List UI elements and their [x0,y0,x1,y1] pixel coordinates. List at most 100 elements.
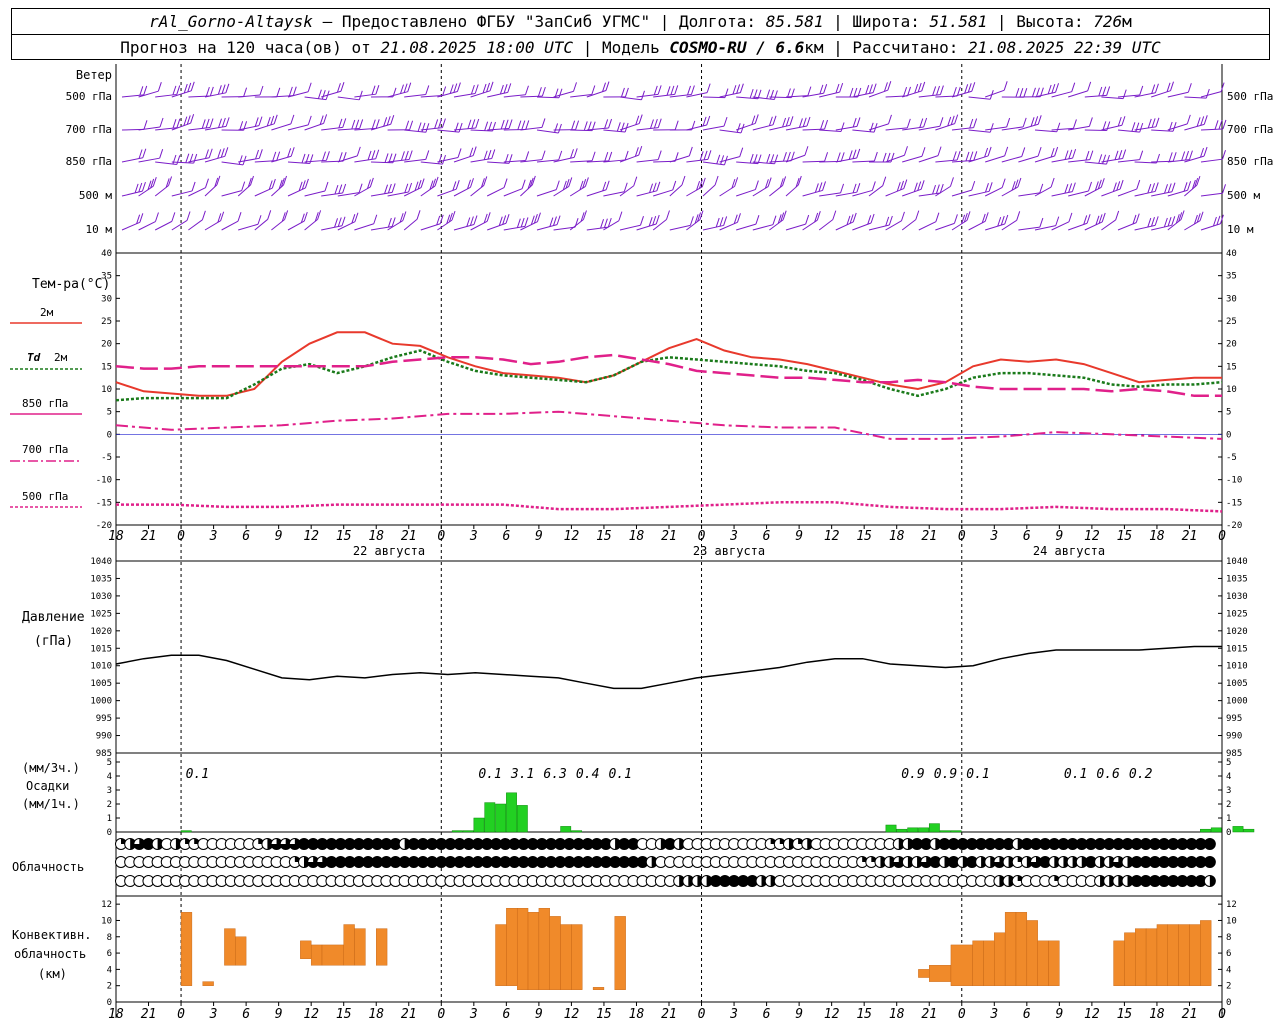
wind-barb-feather [920,180,925,190]
conv-bar-38 [1167,924,1179,986]
wind-barb-feather [324,181,329,192]
wind-barb-feather [303,211,308,222]
wind-barb-feather [257,215,262,225]
conv-bar-6 [310,944,323,966]
precip-tick-label-right-5: 0 [1226,828,1231,838]
wind-barb-feather [474,84,479,94]
time-tick-label-time-axis-2: 0 [177,529,185,544]
wind-barb-feather [782,176,787,186]
wind-barb-feather [1030,117,1035,127]
wind-barb-feather [836,152,841,162]
precip-bar-35 [1210,827,1222,833]
wind-barb-feather [807,86,812,96]
wind-barb-feather [670,85,675,96]
precip-bar-3 [473,817,485,833]
day-label-0: 22 августа [353,544,425,558]
wind-barb-feather [1187,83,1192,93]
precip-bar-38 [1243,828,1255,833]
conv-title-1: Конвективн. [12,928,91,942]
wind-barb-feather [1139,150,1144,160]
wind-barb [702,184,716,197]
wind-barb-feather [989,123,994,133]
pressure-title: Давление [22,610,85,625]
wind-barb-feather [699,151,704,161]
wind-barb-feather [736,84,741,94]
wind-barb-feather [1064,150,1069,160]
wind-barb-feather [755,214,760,225]
time-tick-label-time-axis-bot-5: 9 [275,1007,283,1022]
wind-barb-feather [205,118,210,129]
wind-barb [138,221,156,231]
wind-barb-feather [338,152,343,162]
wind-barb-feather [1016,211,1021,221]
wind-barb-feather [1089,150,1094,160]
wind-barb [835,125,858,131]
precip-bar-23 [950,830,962,833]
wind-level-label-right-4: 10 м [1227,223,1254,236]
wind-barb-feather [276,87,281,97]
wind-barb-feather [1186,114,1191,125]
wind-barb [702,96,725,99]
time-tick-label-time-axis-27: 3 [989,529,998,544]
wind-barb [619,96,642,101]
wind-barb-feather [442,154,446,165]
conv-bar-27 [1004,912,1017,986]
wind-barb-feather [421,122,426,133]
time-tick-label-time-axis-bot-24: 18 [889,1007,905,1022]
wind-barb-feather [139,213,144,223]
wind-barb [985,155,1005,163]
conv-tick-label-0: 12 [101,900,112,910]
wind-barb-feather [508,119,513,129]
wind-barb-feather [341,216,346,226]
wind-barb-feather [258,116,263,126]
wind-barb [487,91,508,98]
wind-barb-feather [570,149,574,159]
wind-barb-feather [707,150,712,160]
conv-bar-5 [300,940,312,959]
wind-barb [287,124,309,131]
temp-tick-label-right-6: 10 [1226,385,1237,395]
pres-tick-label-right-2: 1030 [1226,592,1248,602]
wind-barb-feather [454,122,459,132]
wind-barbs [121,81,1227,231]
wind-barb-feather [1222,150,1226,160]
wind-barb-feather [555,180,560,190]
wind-barb-feather [939,85,944,95]
wind-barb-feather [1054,146,1059,157]
precip-bar-37 [1232,826,1244,833]
wind-barb [1068,159,1090,163]
wind-barb-feather [806,116,811,127]
wind-barb-feather [1167,183,1172,193]
wind-barb-feather [338,118,343,129]
precip-bar-19 [907,827,919,833]
wind-barb-feather [470,178,474,188]
wind-barb-feather [723,116,728,127]
wind-barb-feather [739,83,744,93]
wind-barb [304,190,326,197]
conv-bar-21 [918,969,930,978]
wind-barb-feather [971,82,976,92]
conv-bar-29 [1026,920,1038,986]
wind-barb [702,125,725,131]
wind-barb-feather [1196,117,1201,127]
wind-barb-feather [818,182,823,192]
day-label-2: 24 августа [1033,544,1105,558]
wind-barb-feather [400,84,404,94]
wind-barb-feather [1199,211,1204,221]
wind-barb-feather [921,81,926,92]
wind-barb-feather [723,216,728,226]
wind-barb-feather [652,182,657,192]
wind-barb-feather [187,82,192,93]
wind-barb [1034,155,1055,163]
wind-barb-feather [403,83,408,93]
wind-barb [769,124,791,131]
pres-tick-label-7: 1005 [90,679,112,689]
wind-barb-feather [786,88,791,98]
wind-barb [138,90,159,98]
precip-sum-label-5: 0.1 [608,767,631,782]
time-tick-label-time-axis-23: 15 [856,529,872,544]
wind-barb-feather [681,175,686,186]
conv-bar-26 [994,932,1006,986]
wind-barb-feather [657,118,662,128]
wind-barb-feather [1117,116,1122,127]
